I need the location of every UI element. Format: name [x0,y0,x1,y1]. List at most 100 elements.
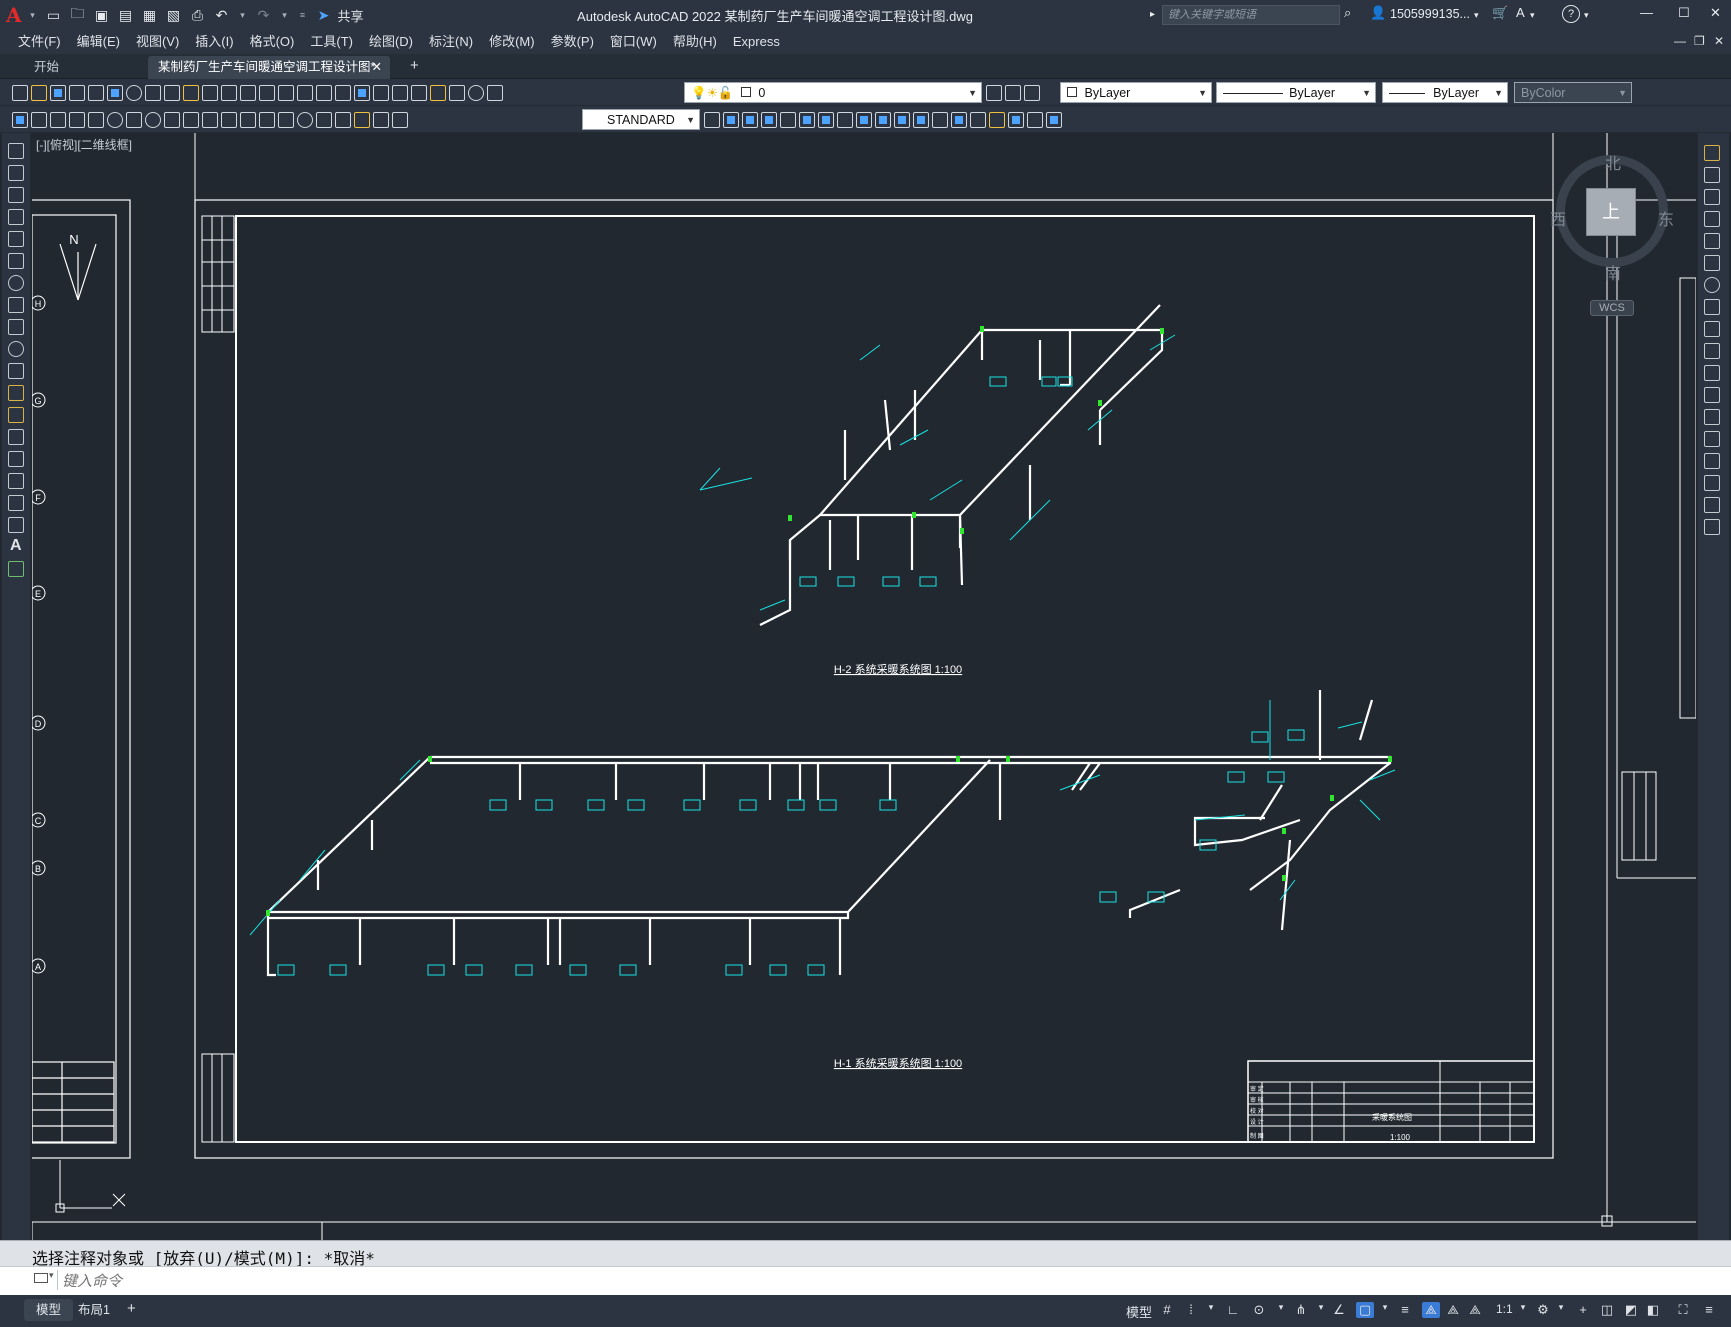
design-center-icon[interactable] [373,84,389,101]
menu-express[interactable]: Express [725,30,788,54]
add-selected-icon[interactable] [8,561,24,577]
autodesk-a360-icon[interactable]: A [1516,5,1525,20]
doc-minimize-icon[interactable]: — [1674,34,1686,48]
object-snap-icon[interactable]: ▢ [1356,1302,1374,1318]
annotation-scale-value[interactable]: 1:1 [1496,1302,1513,1316]
print-icon[interactable] [69,84,85,101]
point-icon[interactable] [8,429,24,445]
undo-icon[interactable]: ↶ [212,5,232,25]
tab-close-icon[interactable]: ✕ [372,56,382,78]
viewcube-west[interactable]: 西 [1550,206,1566,230]
pan-icon[interactable] [278,84,294,101]
app-menu-chevron-icon[interactable]: ▾ [26,5,40,25]
sweep-icon[interactable] [837,111,853,128]
auto-scale-icon[interactable]: ⟁ [1444,1302,1462,1318]
a360-dropdown-icon[interactable]: ▾ [1530,10,1535,21]
clean-screen-icon[interactable]: ⛶ [1674,1302,1692,1318]
customize-status-icon[interactable]: ≡ [1700,1302,1718,1318]
viewcube-east[interactable]: 东 [1658,206,1674,230]
viewcube-south[interactable]: 南 [1605,260,1621,284]
viewcube-north[interactable]: 北 [1605,150,1621,174]
gradient-icon[interactable] [8,473,24,489]
undo-dropdown-icon[interactable]: ▾ [236,5,250,25]
save-icon[interactable]: ▣ [92,5,112,25]
new-icon[interactable] [12,84,28,101]
menu-window[interactable]: 窗口(W) [602,30,665,54]
user-icon[interactable]: 👤 [1370,5,1386,21]
arc-icon[interactable] [8,253,24,269]
block-editor-icon[interactable] [221,84,237,101]
autocad-logo-icon[interactable]: A [6,3,22,27]
chamfer-icon[interactable] [1704,453,1720,469]
polar-dropdown-icon[interactable]: ▾ [1272,1302,1290,1318]
units-icon[interactable]: ◫ [1598,1302,1616,1318]
doc-close-icon[interactable]: ✕ [1714,34,1724,48]
menu-help[interactable]: 帮助(H) [665,30,725,54]
layer-previous-icon[interactable] [1005,84,1021,101]
intersect-icon[interactable] [913,111,929,128]
close-icon[interactable]: ✕ [1710,5,1721,21]
zoom-realtime-icon[interactable] [297,84,313,101]
erase-icon[interactable] [1704,145,1720,161]
dimstyle-dropdown[interactable]: STANDARD ▼ [582,109,700,130]
search-expand-icon[interactable]: ▸ [1150,9,1155,20]
menu-edit[interactable]: 编辑(E) [69,30,128,54]
dim-angular-icon[interactable] [164,111,180,128]
share-label[interactable]: 共享 [338,6,364,25]
properties-icon[interactable] [354,84,370,101]
tab-drawing[interactable]: 某制药厂生产车间暖通空调工程设计图* ✕ [148,56,390,79]
dim-diameter-icon[interactable] [145,111,161,128]
user-dropdown-icon[interactable]: ▾ [1474,10,1479,21]
multiline-text-icon[interactable]: A [10,537,22,555]
extrude-icon[interactable] [799,111,815,128]
new-file-icon[interactable]: ▭ [44,5,64,25]
dim-break-icon[interactable] [259,111,275,128]
cart-icon[interactable]: 🛒 [1492,5,1508,21]
viewcube[interactable]: 上 北 南 东 西 WCS [1548,150,1678,316]
dim-jogged-icon[interactable] [126,111,142,128]
stretch-icon[interactable] [1704,321,1720,337]
dim-baseline-icon[interactable] [202,111,218,128]
array-icon[interactable] [1704,233,1720,249]
qdim-icon[interactable] [12,111,28,128]
annotation-scale-icon[interactable]: ⟁ [1466,1302,1484,1318]
dim-linear-icon[interactable] [31,111,47,128]
dimstyle-manager-icon[interactable] [704,111,720,128]
scale-icon[interactable] [1704,299,1720,315]
spline-icon[interactable] [8,319,24,335]
zoom-previous-icon[interactable] [335,84,351,101]
open-folder-icon[interactable]: 🗀 [68,5,88,25]
ortho-icon[interactable]: ∟ [1224,1302,1242,1318]
menu-modify[interactable]: 修改(M) [481,30,543,54]
menu-dimension[interactable]: 标注(N) [421,30,481,54]
make-block-icon[interactable] [8,407,24,423]
mirror-icon[interactable] [1704,189,1720,205]
slice-icon[interactable] [932,111,948,128]
solid-edit-icon[interactable] [1008,111,1024,128]
quick-dim-icon[interactable] [183,111,199,128]
menu-parametric[interactable]: 参数(P) [543,30,602,54]
plot-preview-icon[interactable] [88,84,104,101]
revcloud-icon[interactable] [8,297,24,313]
menu-tools[interactable]: 工具(T) [302,30,361,54]
snap-dropdown-icon[interactable]: ▾ [1202,1302,1220,1318]
shell-icon[interactable] [1046,111,1062,128]
layer-properties-icon[interactable] [487,84,503,101]
blend-curves-icon[interactable] [1704,497,1720,513]
publish-icon[interactable] [107,84,123,101]
command-input[interactable] [62,1271,1662,1291]
break-at-point-icon[interactable] [1704,387,1720,403]
help-dropdown-icon[interactable]: ▾ [1584,10,1589,21]
scale-dropdown-icon[interactable]: ▾ [1514,1302,1532,1318]
wcs-menu[interactable]: WCS [1590,300,1634,316]
dim-arc-icon[interactable] [69,111,85,128]
isolate-objects-icon[interactable]: ◧ [1644,1302,1662,1318]
flatshot-icon[interactable] [989,111,1005,128]
help-icon[interactable]: ? [1562,5,1580,23]
rectangle-icon[interactable] [8,231,24,247]
lineweight-toggle-icon[interactable]: ≡ [1396,1302,1414,1318]
fillet-icon[interactable] [1704,475,1720,491]
menu-insert[interactable]: 插入(I) [187,30,241,54]
save-icon[interactable] [50,84,66,101]
menu-format[interactable]: 格式(O) [242,30,303,54]
